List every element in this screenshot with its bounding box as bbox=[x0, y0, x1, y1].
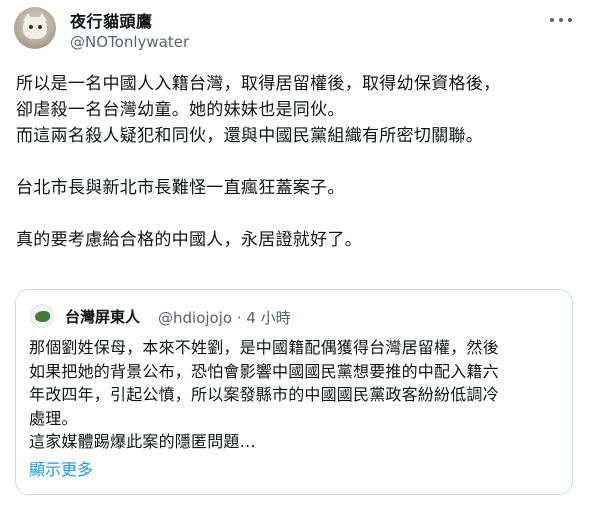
author-avatar[interactable] bbox=[14, 7, 56, 49]
cat-eye bbox=[29, 25, 33, 29]
dot bbox=[550, 18, 554, 22]
quote-author-handle-time: @hdiojojo · 4 小時 bbox=[158, 309, 291, 327]
more-options-icon[interactable] bbox=[546, 10, 576, 30]
quoted-tweet-card[interactable]: 台灣屏東人 @hdiojojo · 4 小時 那個劉姓保母，本來不姓劉，是中國籍… bbox=[15, 289, 573, 495]
dot bbox=[568, 18, 572, 22]
quote-line: 那個劉姓保母，本來不姓劉，是中國籍配偶獲得台灣居留權，然後 bbox=[29, 338, 499, 357]
tweet-line: 真的要考慮給合格的中國人，永居證就好了。 bbox=[16, 230, 362, 250]
tweet-text: 所以是一名中國人入籍台灣，取得居留權後，取得幼保資格後， 卻虐殺一名台灣幼童。她… bbox=[16, 71, 578, 253]
author-handle[interactable]: @NOTonlywater bbox=[70, 33, 189, 51]
quote-line: 年改四年，引起公憤，所以案發縣市的中國國民黨政客紛紛低調冷 bbox=[29, 385, 499, 404]
show-more-link[interactable]: 顯示更多 bbox=[29, 456, 93, 480]
quote-author-avatar[interactable] bbox=[30, 304, 54, 328]
author-display-name[interactable]: 夜行貓頭鷹 bbox=[70, 8, 153, 32]
tweet-line: 卻虐殺一名台灣幼童。她的妹妹也是同伙。 bbox=[16, 100, 345, 120]
leaf-icon bbox=[35, 311, 50, 322]
quote-author-name: 台灣屏東人 bbox=[65, 308, 141, 326]
tweet-line: 而這兩名殺人疑犯和同伙，還與中國民黨組織有所密切關聯。 bbox=[16, 126, 484, 146]
quote-line: 處理。 bbox=[29, 408, 78, 428]
quote-line: 如果把她的背景公布，恐怕會影響中國國民黨想要推的中配入籍六 bbox=[29, 361, 499, 381]
cat-eye bbox=[38, 25, 42, 29]
tweet-line: 所以是一名中國人入籍台灣，取得居留權後，取得幼保資格後， bbox=[16, 74, 501, 94]
quote-line: 這家媒體踢爆此案的隱匿問題… bbox=[29, 432, 256, 451]
tweet-line: 台北市長與新北市長難怪一直瘋狂蓋案子。 bbox=[16, 178, 345, 198]
cat-icon bbox=[23, 17, 47, 39]
dot bbox=[559, 18, 563, 22]
quote-text: 那個劉姓保母，本來不姓劉，是中國籍配偶獲得台灣居留權，然後 如果把她的背景公布，… bbox=[29, 336, 564, 454]
